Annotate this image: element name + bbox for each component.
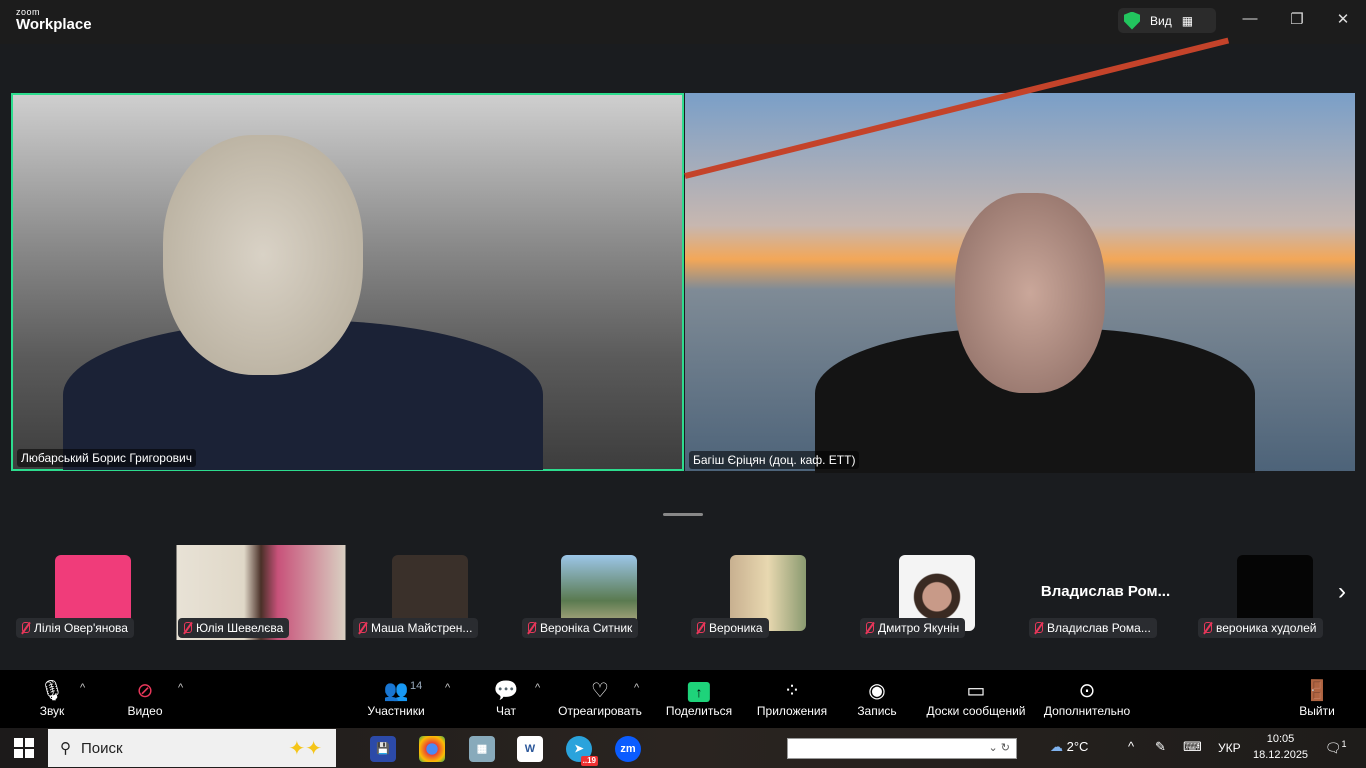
tray-expand-icon[interactable]: ^ — [1128, 739, 1134, 754]
mic-muted-icon — [182, 622, 192, 634]
language-indicator[interactable]: УКР — [1218, 741, 1241, 755]
participant-tile[interactable]: вероника худолей — [1190, 545, 1359, 640]
cloud-icon: ☁ — [1050, 739, 1063, 754]
mic-muted-icon — [20, 622, 30, 634]
mic-muted-icon — [357, 622, 367, 634]
telegram-badge: ..19 — [580, 756, 598, 766]
zoom-logo: zoom Workplace — [16, 7, 92, 33]
copilot-sparkle-icon: ✦✦ — [288, 737, 322, 760]
participant-tile[interactable]: Маша Майстрен... — [345, 545, 514, 640]
whiteboard-icon: ▭ — [966, 680, 986, 702]
mic-muted-icon: 🎙 — [39, 680, 65, 702]
minimize-button[interactable]: — — [1238, 10, 1262, 27]
audio-button[interactable]: 🎙 Звук — [39, 678, 64, 718]
video-options-caret[interactable]: ^ — [178, 682, 183, 694]
chat-options-caret[interactable]: ^ — [535, 682, 540, 694]
participant-tile[interactable]: Владислав Ром... Владислав Рома... — [1021, 545, 1190, 640]
participant-tile[interactable]: Дмитро Якунін — [852, 545, 1021, 640]
meeting-toolbar: 🎙 Звук ^ ⊘ Видео ^ 👥 14 Участники ^ 💬 Чат ^ ♡… — [0, 670, 1366, 728]
chrome-icon[interactable] — [419, 736, 445, 762]
video-off-icon: ⊘ — [136, 680, 154, 702]
more-icon: ⊙ — [1078, 680, 1096, 702]
participant-face — [955, 193, 1105, 393]
participant-face — [163, 135, 363, 375]
apps-icon: ⁘ — [783, 680, 801, 702]
save-app-icon[interactable]: 💾 — [370, 736, 396, 762]
mic-muted-icon — [695, 622, 705, 634]
weather-widget[interactable]: ☁ 2°C — [1050, 739, 1088, 755]
video-button[interactable]: ⊘ Видео — [127, 678, 162, 718]
calculator-icon[interactable]: ▦ — [469, 736, 495, 762]
search-icon: ⚲ — [60, 740, 71, 757]
react-options-caret[interactable]: ^ — [634, 682, 639, 694]
more-button[interactable]: ⊙ Дополнительно — [1044, 678, 1130, 718]
heart-icon: ♡ — [591, 680, 609, 702]
audio-options-caret[interactable]: ^ — [80, 682, 85, 694]
chat-button[interactable]: 💬 Чат — [494, 678, 519, 718]
participant-tile[interactable]: Вероніка Ситник — [514, 545, 683, 640]
taskbar-search[interactable]: ⚲ Поиск ✦✦ — [48, 729, 336, 767]
whiteboards-button[interactable]: ▭ Доски сообщений — [926, 678, 1025, 718]
participants-button[interactable]: 👥 14 Участники — [367, 678, 424, 718]
mic-muted-icon — [1202, 622, 1212, 634]
react-button[interactable]: ♡ Отреагировать — [558, 678, 642, 718]
pen-icon[interactable]: ✎ — [1155, 739, 1166, 755]
participants-options-caret[interactable]: ^ — [445, 682, 450, 694]
title-bar: zoom Workplace Вид ▦ — ❐ ✕ — [0, 0, 1366, 44]
participant-name: Любарський Борис Григорович — [17, 449, 196, 467]
word-icon[interactable]: W — [517, 736, 543, 762]
share-arrow-icon: ↑ — [687, 682, 710, 702]
participant-tile[interactable]: Вероника — [683, 545, 852, 640]
mic-muted-icon — [864, 622, 874, 634]
chat-icon: 💬 — [493, 680, 519, 702]
leave-button[interactable]: 🚪 Выйти — [1299, 678, 1335, 718]
taskbar-clock[interactable]: 10:05 18.12.2025 — [1253, 731, 1308, 763]
notifications-icon[interactable]: 🗨1 — [1325, 739, 1347, 756]
telegram-icon[interactable]: ➤ ..19 — [566, 736, 598, 766]
keyboard-icon[interactable]: ⌨ — [1183, 739, 1202, 755]
restore-button[interactable]: ❐ — [1285, 10, 1309, 28]
chevron-right-icon[interactable]: › — [1338, 578, 1346, 606]
grid-icon: ▦ — [1181, 13, 1194, 28]
participant-tile[interactable]: Юлія Шевелєва — [176, 545, 345, 640]
apps-button[interactable]: ⁘ Приложения — [757, 678, 827, 718]
share-button[interactable]: ↑ Поделиться — [666, 678, 732, 718]
shield-icon — [1124, 11, 1140, 30]
video-tile[interactable]: Багіш Єріцян (доц. каф. ЕТТ) — [684, 37, 1355, 473]
mic-muted-icon — [1033, 622, 1043, 634]
mic-muted-icon — [526, 622, 536, 634]
close-button[interactable]: ✕ — [1331, 10, 1355, 28]
record-icon: ◉ — [868, 680, 886, 702]
participant-tile[interactable]: Лілія Овер'янова — [8, 545, 177, 640]
video-tile-active-speaker[interactable]: Любарський Борис Григорович — [11, 93, 684, 471]
windows-start-icon[interactable] — [14, 738, 34, 758]
background-bridge — [684, 37, 1230, 179]
record-button[interactable]: ◉ Запись — [857, 678, 896, 718]
resize-handle[interactable] — [663, 513, 703, 516]
address-toolbar-input[interactable]: ⌄ ↻ — [787, 738, 1017, 759]
zoom-app-icon[interactable]: zm — [615, 736, 641, 762]
view-button[interactable]: Вид ▦ — [1118, 8, 1216, 33]
participant-name: Багіш Єріцян (доц. каф. ЕТТ) — [689, 451, 860, 469]
leave-door-icon: 🚪 — [1304, 680, 1330, 702]
